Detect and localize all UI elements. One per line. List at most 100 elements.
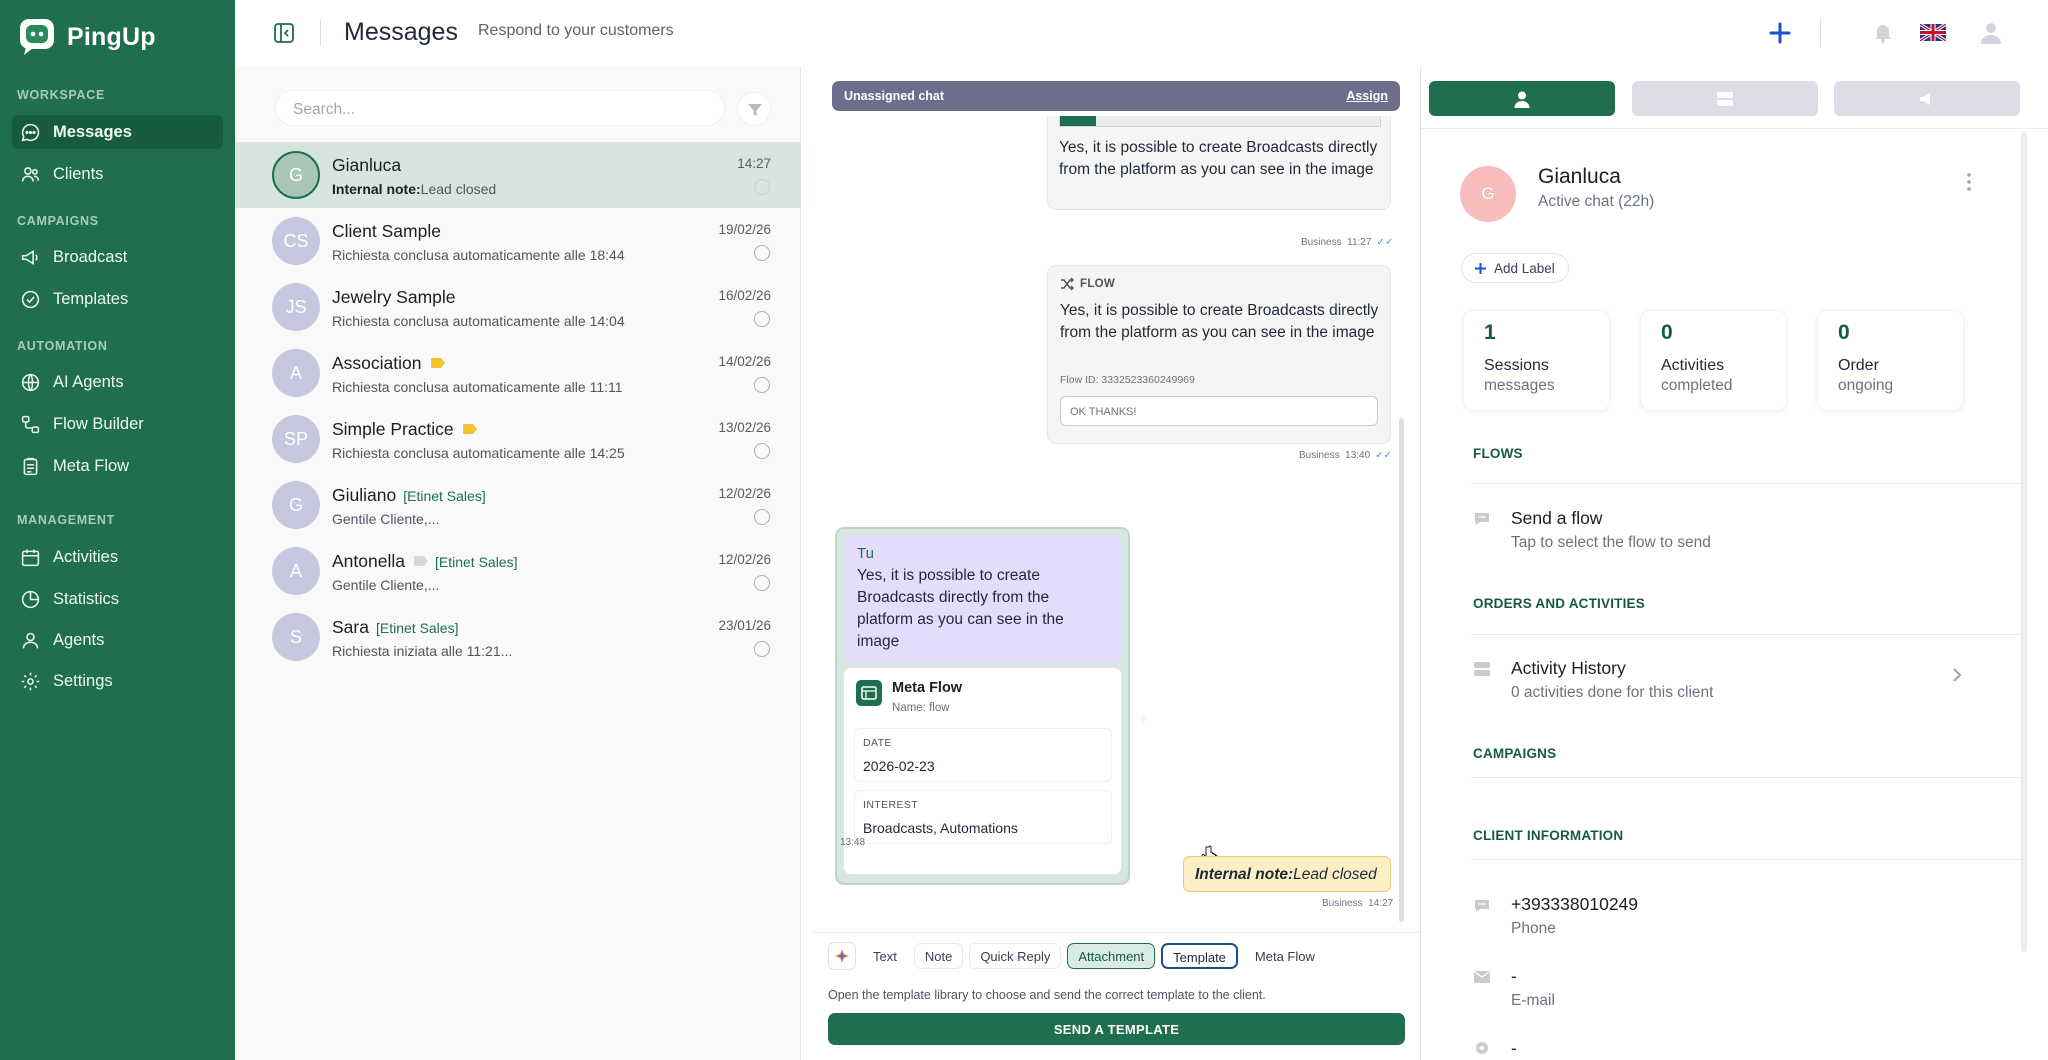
status-circle[interactable] — [754, 575, 770, 591]
message-quote: Tu Yes, it is possible to create Broadca… — [843, 535, 1122, 663]
panel-scrollbar[interactable] — [2021, 132, 2027, 952]
tab-text[interactable]: Text — [862, 943, 908, 969]
ok-thanks-button[interactable]: OK THANKS! — [1060, 396, 1378, 426]
app-root: PingUp WORKSPACE Messages Clients CAMPAI… — [0, 0, 2048, 1060]
server-icon — [1474, 662, 1490, 676]
section-campaigns: CAMPAIGNS — [1473, 746, 1557, 761]
message-preview: Richiesta iniziata alle 11:21... — [332, 643, 513, 659]
contact-name: Simple Practice — [332, 419, 477, 440]
app-name: PingUp — [67, 22, 156, 51]
activity-history-title[interactable]: Activity History — [1511, 658, 1626, 679]
message-thread[interactable]: Yes, it is possible to create Broadcasts… — [813, 116, 1420, 986]
mail-icon — [1474, 971, 1490, 983]
message-author: Tu — [857, 545, 874, 562]
plus-icon[interactable] — [1765, 18, 1795, 48]
sidebar-item-broadcast[interactable]: Broadcast — [12, 240, 223, 274]
ai-sparkle-button[interactable] — [828, 942, 856, 970]
avatar: JS — [272, 283, 320, 331]
contact-status: Active chat (22h) — [1538, 193, 1655, 210]
section-flows: FLOWS — [1473, 446, 1523, 461]
sidebar-item-statistics[interactable]: Statistics — [12, 582, 223, 616]
user-icon[interactable] — [1978, 19, 2004, 45]
conversation-row[interactable]: A Antonella [Etinet Sales] Gentile Cliente,… — [235, 538, 801, 604]
flow-icon — [21, 415, 40, 433]
section-client-information: CLIENT INFORMATION — [1473, 828, 1624, 843]
status-circle[interactable] — [754, 641, 770, 657]
send-flow-title[interactable]: Send a flow — [1511, 508, 1602, 529]
flow-message-bubble: FLOW Yes, it is possible to create Broad… — [1047, 265, 1391, 444]
sidebar-item-flow-builder[interactable]: Flow Builder — [12, 407, 223, 441]
timestamp: 14/02/26 — [718, 354, 771, 369]
tab-quick-reply[interactable]: Quick Reply — [969, 943, 1062, 969]
status-circle[interactable] — [754, 179, 770, 195]
section-orders-activities: ORDERS AND ACTIVITIES — [1473, 596, 1645, 611]
divider — [1471, 483, 2021, 484]
composer-hint: Open the template library to choose and … — [828, 988, 1266, 1002]
megaphone-icon — [21, 249, 38, 265]
status-circle[interactable] — [754, 509, 770, 525]
contact-name: Association — [332, 353, 445, 374]
sidebar-item-settings[interactable]: Settings — [12, 664, 223, 698]
server-icon — [1717, 92, 1733, 106]
status-circle[interactable] — [754, 443, 770, 459]
chat-scrollbar[interactable] — [1399, 418, 1404, 922]
conversation-row[interactable]: G Giuliano [Etinet Sales] Gentile Cliente,.… — [235, 472, 801, 538]
more-vertical-icon[interactable] — [1966, 172, 1972, 192]
chevron-right-icon[interactable] — [1951, 667, 1963, 683]
contact-name: Jewelry Sample — [332, 287, 456, 307]
search-input[interactable]: Search... — [275, 90, 725, 126]
divider — [1471, 859, 2021, 860]
section-campaigns: CAMPAIGNS — [17, 214, 99, 228]
filter-button[interactable] — [737, 92, 771, 126]
label-tag-icon — [430, 358, 445, 368]
section-management: MANAGEMENT — [17, 513, 115, 527]
sidebar-item-clients[interactable]: Clients — [12, 157, 223, 191]
uk-flag-icon[interactable] — [1920, 24, 1946, 41]
phone-value[interactable]: +393338010249 — [1511, 894, 1638, 915]
assign-link[interactable]: Assign — [1346, 89, 1388, 103]
sidebar-item-ai-agents[interactable]: AI Agents — [12, 365, 223, 399]
conversation-list: Search... G Gianluca Internal note:Lead cl… — [235, 66, 801, 1060]
flow-id: Flow ID: 3332523360249969 — [1060, 374, 1195, 386]
add-label-button[interactable]: Add Label — [1461, 253, 1569, 283]
tab-note[interactable]: Note — [913, 943, 964, 969]
tab-attachment[interactable]: Attachment — [1067, 943, 1156, 969]
conversation-row[interactable]: SP Simple Practice Richiesta conclusa auto… — [235, 406, 801, 472]
status-circle[interactable] — [754, 245, 770, 261]
gear-icon — [21, 672, 40, 690]
app-logo[interactable]: PingUp — [18, 17, 156, 57]
sidebar-item-activities[interactable]: Activities — [12, 540, 223, 574]
conversation-row[interactable]: JS Jewelry Sample Richiesta conclusa autom… — [235, 274, 801, 340]
top-bar: Messages Respond to your customers — [235, 0, 2048, 66]
sidebar-toggle-icon[interactable] — [273, 22, 295, 44]
tab-template[interactable]: Template — [1161, 943, 1238, 969]
message-text: Yes, it is possible to create Broadcasts… — [857, 567, 1064, 650]
conversation-row[interactable]: A Association Richiesta conclusa automatic… — [235, 340, 801, 406]
pie-chart-icon — [21, 590, 40, 608]
send-template-button[interactable]: SEND A TEMPLATE — [828, 1013, 1405, 1045]
sidebar-item-meta-flow[interactable]: Meta Flow — [12, 449, 223, 483]
sidebar-item-templates[interactable]: Templates — [12, 282, 223, 316]
field-interest: INTEREST Broadcasts, Automations — [854, 790, 1112, 844]
status-circle[interactable] — [754, 377, 770, 393]
tab-meta-flow[interactable]: Meta Flow — [1243, 943, 1326, 969]
location-icon — [1476, 1042, 1488, 1054]
globe-icon — [21, 373, 40, 391]
tab-contact[interactable] — [1429, 81, 1615, 116]
conversation-row[interactable]: S Sara [Etinet Sales] Richiesta iniziata al… — [235, 604, 801, 670]
message-meta: Business 13:40 ✓✓ — [1299, 450, 1392, 461]
card-subtitle: Name: flow — [892, 702, 950, 714]
tab-activities[interactable] — [1632, 81, 1818, 116]
conversation-row[interactable]: CS Client Sample Richiesta conclusa automa… — [235, 208, 801, 274]
sidebar-item-agents[interactable]: Agents — [12, 623, 223, 657]
message-image[interactable] — [1059, 116, 1381, 127]
status-circle[interactable] — [754, 311, 770, 327]
internal-note: Internal note:Lead closed — [1183, 856, 1391, 892]
sidebar-item-messages[interactable]: Messages — [12, 115, 223, 149]
bell-icon[interactable] — [1871, 20, 1895, 44]
email-value[interactable]: - — [1511, 966, 1517, 987]
sidebar-item-label: Meta Flow — [53, 456, 130, 475]
users-icon — [21, 166, 40, 182]
conversation-row[interactable]: G Gianluca Internal note:Lead closed 14:27 — [235, 142, 801, 208]
tab-campaigns[interactable] — [1834, 81, 2020, 116]
